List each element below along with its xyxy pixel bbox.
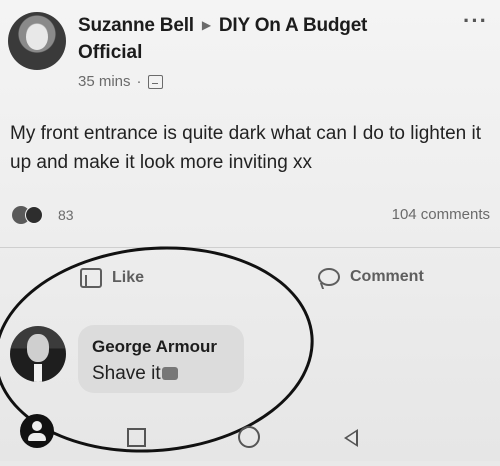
recent-apps-icon[interactable] (127, 428, 146, 447)
post-text: My front entrance is quite dark what can… (10, 123, 482, 173)
commenter-name[interactable]: George Armour (92, 337, 217, 357)
author-name[interactable]: Suzanne Bell (78, 15, 194, 36)
author-avatar[interactable] (8, 12, 66, 70)
speech-bubble-icon (318, 268, 340, 286)
comment-text: Shave it (92, 363, 161, 384)
reaction-count: 83 (58, 207, 74, 223)
post-header: Suzanne Bell ▶ DIY On A Budget (78, 12, 438, 39)
comment-count[interactable]: 104 comments (392, 206, 490, 223)
comment-label: Comment (350, 268, 424, 285)
arrow-right-icon: ▶ (201, 18, 211, 32)
reactions-summary[interactable]: 83 (12, 206, 74, 224)
home-icon[interactable] (238, 426, 260, 448)
comment-text-row: Shave it (92, 363, 178, 385)
android-nav-bar (0, 408, 500, 461)
meta-separator: · (136, 73, 142, 90)
divider (0, 247, 500, 248)
like-reaction-icon (25, 206, 43, 224)
globe-icon (147, 74, 163, 89)
commenter-avatar[interactable] (10, 326, 66, 382)
group-name[interactable]: DIY On A Budget (219, 15, 367, 36)
post-meta: 35 mins · (78, 73, 163, 90)
post-time[interactable]: 35 mins (78, 73, 131, 90)
reaction-icons (12, 206, 52, 224)
comment-button[interactable]: Comment (318, 268, 424, 286)
group-name-line2[interactable]: Official (78, 40, 142, 66)
emoji-icon (161, 367, 178, 380)
facebook-post: Suzanne Bell ▶ DIY On A Budget Official 35… (0, 0, 500, 466)
comment-bubble[interactable]: George Armour Shave it (78, 325, 244, 393)
profile-icon[interactable] (20, 414, 54, 448)
back-icon[interactable] (344, 429, 358, 447)
more-options-icon[interactable]: ··· (463, 8, 488, 34)
